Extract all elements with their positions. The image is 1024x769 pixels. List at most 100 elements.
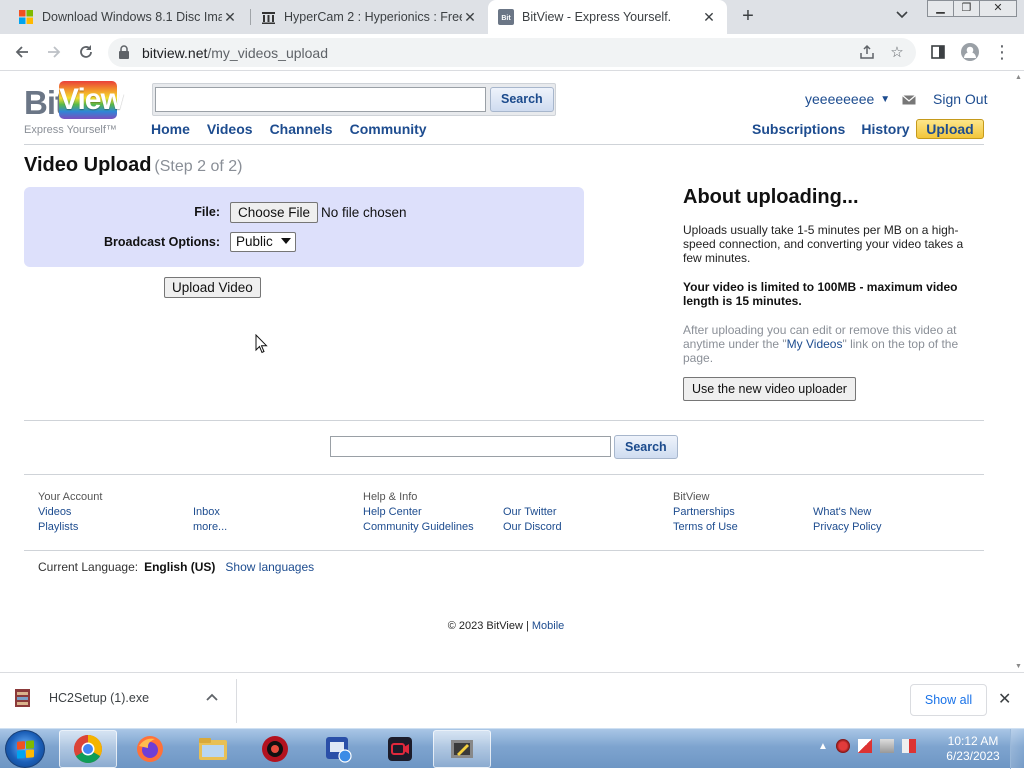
my-videos-link[interactable]: My Videos: [787, 337, 843, 351]
footer-link-partnerships[interactable]: Partnerships: [673, 505, 738, 520]
clock[interactable]: 10:12 AM 6/23/2023: [944, 734, 1002, 764]
tray-network-icon[interactable]: [879, 739, 894, 753]
browser-menu-icon[interactable]: ⋮: [990, 40, 1014, 64]
footer-link-terms[interactable]: Terms of Use: [673, 520, 738, 535]
broadcast-options-select[interactable]: Public: [230, 232, 296, 252]
show-desktop-button[interactable]: [1010, 729, 1024, 769]
svg-text:Bit: Bit: [501, 15, 511, 22]
footer-link-more[interactable]: more...: [193, 520, 227, 535]
side-panel-icon[interactable]: [926, 40, 950, 64]
show-hidden-icons-icon[interactable]: ▲: [818, 741, 828, 752]
about-text-speed: Uploads usually take 1-5 minutes per MB …: [683, 223, 964, 265]
tab-search-chevron-icon[interactable]: [896, 8, 908, 22]
nav-subscriptions[interactable]: Subscriptions: [752, 121, 845, 137]
language-label: Current Language:: [38, 560, 139, 574]
footer-search-button[interactable]: Search: [614, 435, 678, 459]
about-heading: About uploading...: [683, 186, 859, 208]
upload-video-button[interactable]: Upload Video: [164, 277, 261, 298]
footer-link-community-guidelines[interactable]: Community Guidelines: [363, 520, 474, 535]
footer-col-help-2: Our Twitter Our Discord: [503, 490, 562, 535]
bitview-logo[interactable]: Bit View Express Yourself™: [24, 80, 124, 136]
taskbar-app-recorder[interactable]: [371, 730, 429, 768]
close-tab-icon[interactable]: ✕: [222, 9, 238, 25]
nav-history[interactable]: History: [861, 121, 909, 137]
clock-date: 6/23/2023: [946, 749, 1000, 763]
nav-home[interactable]: Home: [151, 121, 190, 137]
share-icon[interactable]: [858, 44, 876, 62]
download-item[interactable]: HC2Setup (1).exe: [12, 687, 149, 709]
footer-link-discord[interactable]: Our Discord: [503, 520, 562, 535]
footer-link-videos[interactable]: Videos: [38, 505, 102, 520]
upload-button[interactable]: Upload: [916, 119, 984, 139]
start-button[interactable]: [5, 730, 45, 768]
show-languages-link[interactable]: Show languages: [225, 560, 314, 574]
tray-flag-error-icon[interactable]: [857, 739, 872, 753]
user-menu[interactable]: yeeeeeeee ▼: [805, 91, 890, 107]
sign-out-link[interactable]: Sign Out: [933, 91, 987, 107]
header-search-button[interactable]: Search: [490, 87, 554, 112]
taskbar-chrome[interactable]: [59, 730, 117, 768]
folder-icon: [199, 738, 227, 760]
nav-community[interactable]: Community: [350, 121, 427, 137]
footer-link-playlists[interactable]: Playlists: [38, 520, 102, 535]
scroll-up-arrow-icon[interactable]: ▲: [1015, 74, 1022, 81]
caret-down-icon[interactable]: ▼: [880, 94, 890, 105]
new-video-uploader-button[interactable]: Use the new video uploader: [683, 377, 856, 401]
upload-form: File: Choose File No file chosen Broadca…: [24, 187, 584, 267]
taskbar-app-screenshot[interactable]: [309, 730, 367, 768]
header-search-bar: Search: [152, 83, 556, 116]
footer-heading: [193, 490, 227, 505]
footer-link-inbox[interactable]: Inbox: [193, 505, 227, 520]
close-window-icon[interactable]: ✕: [979, 0, 1017, 17]
tab-hypercam[interactable]: HyperCam 2 : Hyperionics : Free ✕: [250, 0, 488, 34]
download-shelf: HC2Setup (1).exe Show all ✕: [0, 672, 1024, 728]
nav-videos[interactable]: Videos: [207, 121, 253, 137]
scroll-down-arrow-icon[interactable]: ▼: [1015, 663, 1022, 670]
close-shelf-icon[interactable]: ✕: [998, 689, 1011, 709]
inbox-envelope-icon[interactable]: [902, 92, 916, 105]
footer-link-whats-new[interactable]: What's New: [813, 505, 881, 520]
clock-time: 10:12 AM: [947, 734, 999, 748]
tab-bitview[interactable]: Bit BitView - Express Yourself. ✕: [488, 0, 727, 34]
windows-flag-icon: [17, 740, 34, 759]
restore-window-icon[interactable]: ❐: [953, 0, 980, 17]
header-search-input[interactable]: [155, 87, 486, 112]
reload-icon[interactable]: [74, 40, 98, 64]
tab-windows-download[interactable]: Download Windows 8.1 Disc Ima ✕: [8, 0, 248, 34]
profile-avatar-icon[interactable]: [958, 40, 982, 64]
mobile-link[interactable]: Mobile: [532, 620, 564, 632]
windows-taskbar: ▲ 10:12 AM 6/23/2023: [0, 728, 1024, 769]
footer-link-privacy[interactable]: Privacy Policy: [813, 520, 881, 535]
minimize-window-icon[interactable]: ▁: [927, 0, 954, 17]
back-arrow-icon[interactable]: [10, 40, 34, 64]
close-tab-icon[interactable]: ✕: [701, 9, 717, 25]
close-tab-icon[interactable]: ✕: [462, 9, 478, 25]
taskbar-file-explorer[interactable]: [184, 730, 242, 768]
bookmark-star-icon[interactable]: ☆: [888, 44, 906, 62]
taskbar-firefox[interactable]: [121, 730, 179, 768]
lock-icon[interactable]: [118, 45, 130, 59]
new-tab-icon[interactable]: +: [737, 6, 759, 28]
footer-link-twitter[interactable]: Our Twitter: [503, 505, 562, 520]
dropdown-arrow-icon: [281, 238, 291, 244]
footer-search-input[interactable]: [330, 436, 611, 457]
hypercam-icon: [451, 740, 473, 758]
address-bar[interactable]: bitview.net/my_videos_upload ☆: [108, 38, 916, 67]
taskbar-app-red-circle[interactable]: [246, 730, 304, 768]
tray-volume-icon[interactable]: [901, 739, 916, 753]
taskbar-hypercam[interactable]: [433, 730, 491, 768]
microsoft-logo-icon: [18, 9, 34, 25]
page-scrollbar[interactable]: ▲ ▼: [1012, 72, 1024, 672]
broadcast-options-label: Broadcast Options:: [104, 235, 220, 249]
footer-link-help-center[interactable]: Help Center: [363, 505, 474, 520]
footer-heading: BitView: [673, 491, 710, 503]
footer-col-bitview-2: What's New Privacy Policy: [813, 490, 881, 535]
nav-channels[interactable]: Channels: [270, 121, 333, 137]
tray-app-red-icon[interactable]: [835, 739, 850, 753]
username[interactable]: yeeeeeeee: [805, 91, 874, 107]
red-gear-app-icon: [262, 736, 288, 762]
forward-arrow-icon[interactable]: [42, 40, 66, 64]
chevron-up-icon[interactable]: [206, 690, 218, 704]
show-all-downloads-button[interactable]: Show all: [910, 684, 987, 716]
choose-file-button[interactable]: Choose File: [230, 202, 319, 223]
